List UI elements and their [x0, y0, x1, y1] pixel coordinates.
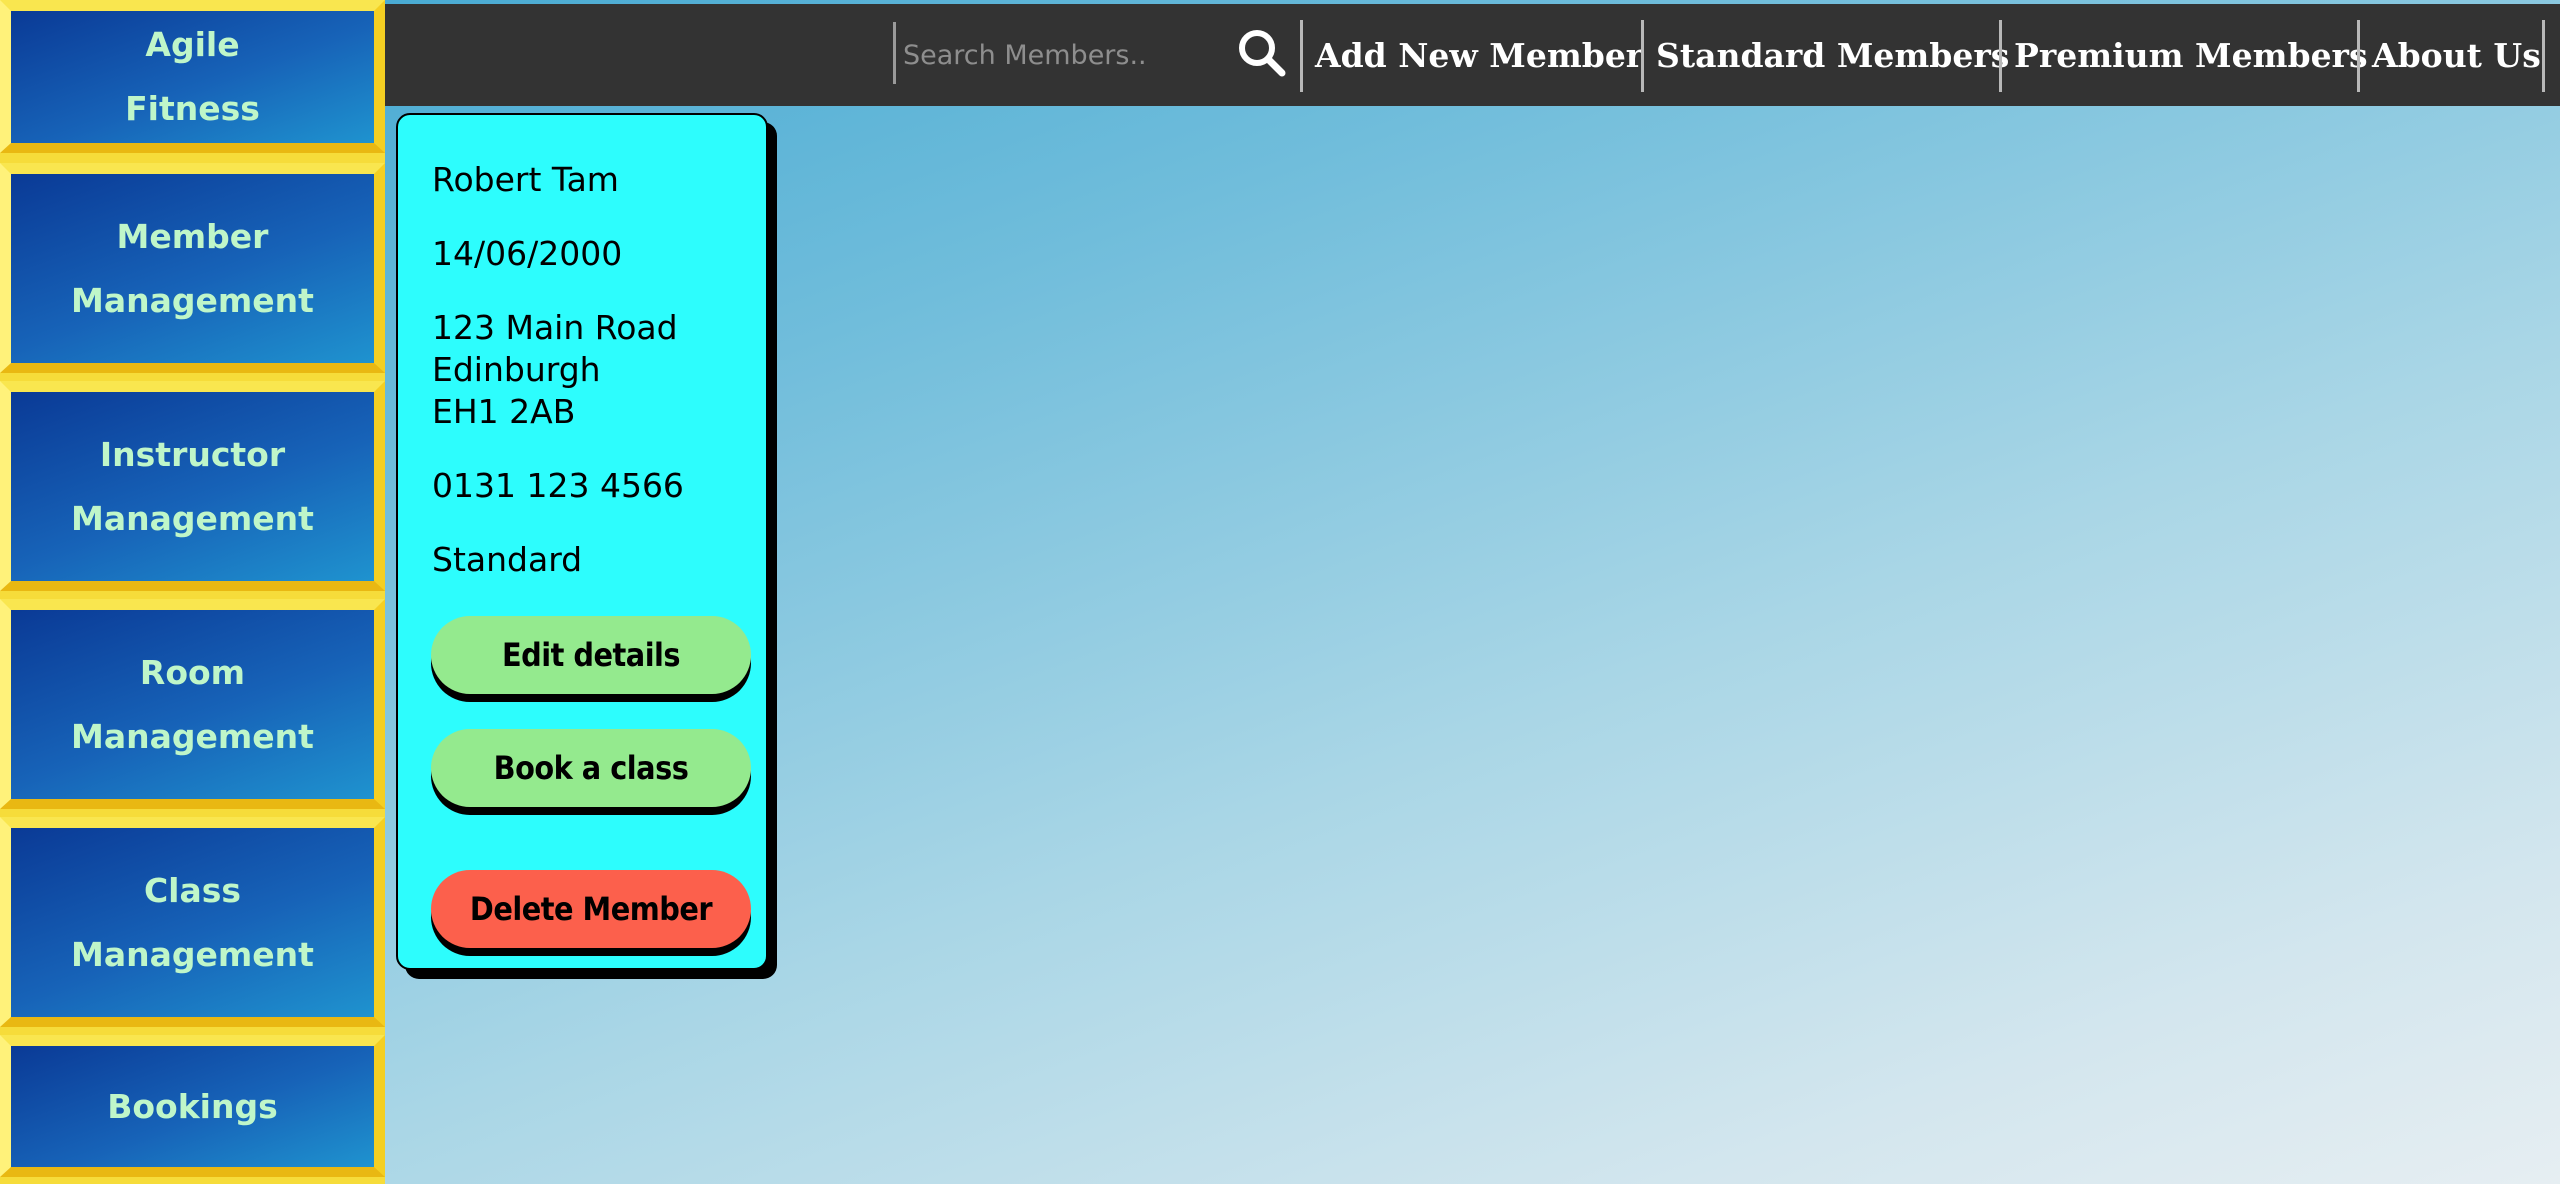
sidebar-item-label: Bookings [107, 1086, 278, 1126]
sidebar-item-instructor-management[interactable]: Instructor Management [0, 381, 385, 591]
sidebar-item-agile-fitness[interactable]: Agile Fitness [0, 0, 385, 153]
sidebar-item-label: Class Management [71, 870, 314, 974]
nav-add-new-member[interactable]: Add New Member [1315, 4, 1643, 106]
delete-member-button[interactable]: Delete Member [431, 870, 751, 948]
search-icon[interactable] [1235, 26, 1289, 80]
divider [2542, 20, 2545, 92]
edit-details-button[interactable]: Edit details [431, 616, 751, 694]
sidebar-item-label: Agile Fitness [125, 25, 260, 128]
sidebar-item-class-management[interactable]: Class Management [0, 817, 385, 1027]
member-address-line2: Edinburgh [432, 350, 601, 389]
divider [1641, 20, 1644, 92]
sidebar-item-room-management[interactable]: Room Management [0, 599, 385, 809]
divider [893, 22, 896, 84]
sidebar-item-label: Instructor Management [71, 434, 314, 538]
divider [1300, 20, 1303, 92]
sidebar-item-label: Member Management [71, 216, 314, 320]
member-dob: 14/06/2000 [432, 234, 623, 273]
search-input[interactable] [903, 26, 1203, 84]
member-membership-type: Standard [432, 540, 583, 579]
book-class-button[interactable]: Book a class [431, 729, 751, 807]
divider [2357, 20, 2360, 92]
sidebar: Agile Fitness Member Management Instructor… [0, 0, 385, 1184]
sidebar-item-bookings[interactable]: Bookings [0, 1035, 385, 1177]
top-navbar: Add New Member Standard Members Premium … [385, 4, 2560, 106]
divider [1999, 20, 2002, 92]
nav-about-us[interactable]: About Us [2372, 4, 2541, 106]
member-phone: 0131 123 4566 [432, 466, 684, 505]
member-name: Robert Tam [432, 160, 619, 199]
nav-premium-members[interactable]: Premium Members [2014, 4, 2368, 106]
nav-standard-members[interactable]: Standard Members [1656, 4, 2009, 106]
sidebar-item-member-management[interactable]: Member Management [0, 163, 385, 373]
member-address-line3: EH1 2AB [432, 392, 576, 431]
sidebar-item-label: Room Management [71, 652, 314, 756]
member-card: Robert Tam 14/06/2000 123 Main Road Edin… [396, 113, 768, 970]
member-address-line1: 123 Main Road [432, 308, 678, 347]
